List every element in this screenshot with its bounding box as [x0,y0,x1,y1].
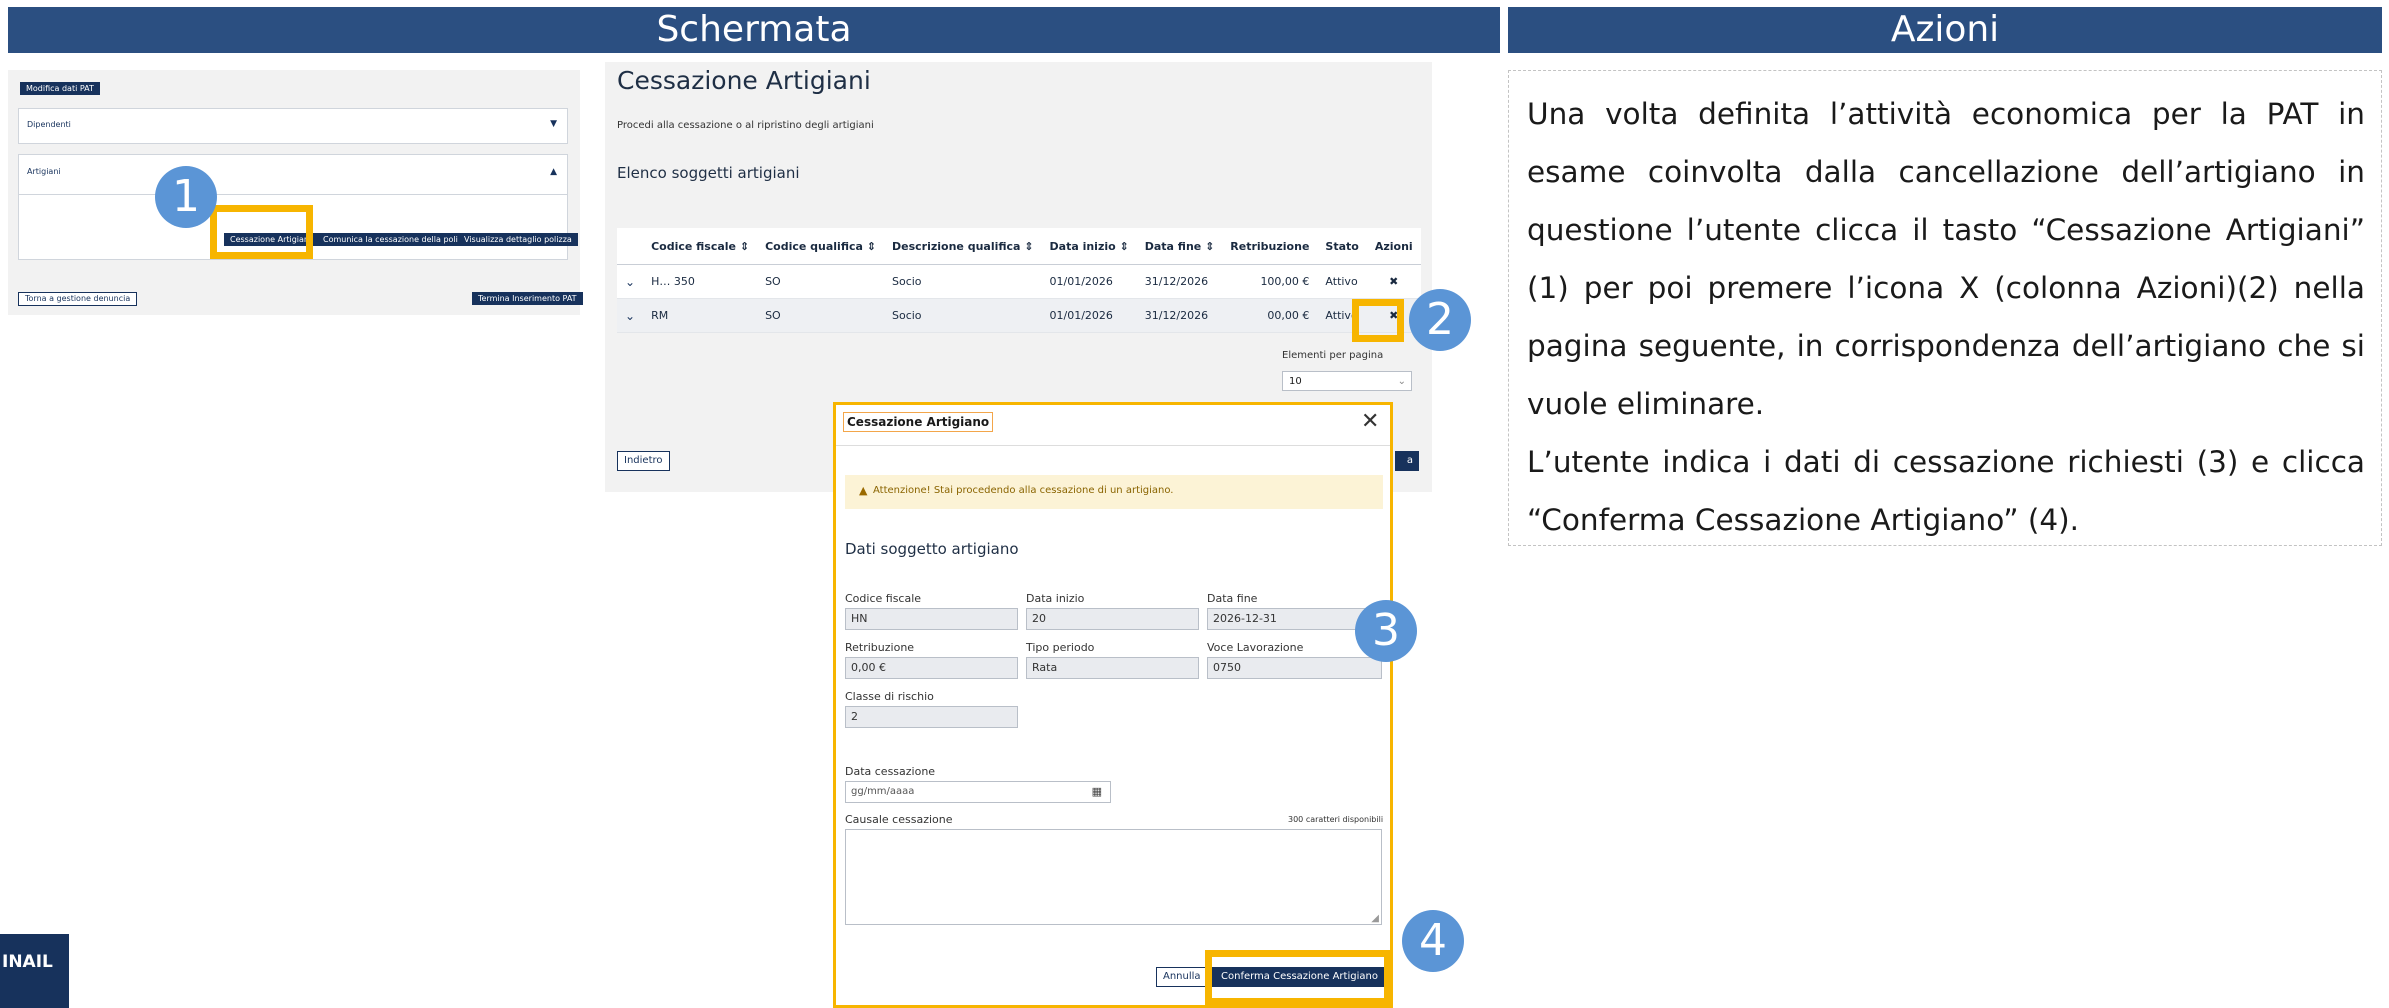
data-cessazione-input[interactable]: gg/mm/aaaa ▦ [845,781,1111,803]
step-badge-1: 1 [155,166,217,228]
column-descrizione-qualifica[interactable]: Descrizione qualifica ⇕ [883,228,1042,265]
modifica-dati-pat-button[interactable]: Modifica dati PAT [20,82,100,95]
retribuzione-label: Retribuzione [845,641,915,654]
cell-dq: Socio [883,264,1042,299]
modal-section-title: Dati soggetto artigiano [845,540,1019,558]
causale-cessazione-label: Causale cessazione [845,813,953,826]
close-icon[interactable]: ✕ [1361,409,1379,434]
description-paragraph-2: L’utente indica i dati di cessazione ric… [1527,445,2365,537]
classe-rischio-label: Classe di rischio [845,690,934,703]
cell-dq: Socio [883,298,1042,333]
per-page-label: Elementi per pagina [1282,350,1384,361]
accordion-artigiani-label: Artigiani [27,167,61,176]
highlight-1 [210,205,313,259]
warning-icon: ▲ [859,484,868,497]
warning-alert: ▲ Attenzione! Stai procedendo alla cessa… [845,475,1383,509]
chevron-down-icon: ⌄ [1397,376,1406,387]
char-counter: 300 caratteri disponibili [1288,815,1384,824]
indietro-button[interactable]: Indietro [617,451,670,471]
expand-chevron-icon[interactable]: ⌄ [617,298,644,333]
classe-rischio-field: 2 [845,706,1018,728]
cell-cf: RM [643,298,758,333]
avanti-button-partial[interactable]: a [1395,451,1419,471]
column-codice-qualifica[interactable]: Codice qualifica ⇕ [757,228,884,265]
per-page-value: 10 [1289,376,1302,387]
page-title: Cessazione Artigiani [617,66,871,95]
retribuzione-field: 0,00 € [845,657,1018,679]
chevron-down-icon: ▼ [550,119,557,129]
data-inizio-label: Data inizio [1026,592,1085,605]
table-header-row: Codice fiscale ⇕ Codice qualifica ⇕ Desc… [617,228,1421,265]
voce-lavorazione-label: Voce Lavorazione [1207,641,1304,654]
header-azioni: Azioni [1508,7,2382,53]
cell-cq: SO [757,264,884,299]
tipo-periodo-field: Rata [1026,657,1199,679]
inail-logo: INAIL [0,934,69,1008]
warning-text: Attenzione! Stai procedendo alla cessazi… [873,485,1174,496]
accordion-dipendenti[interactable]: Dipendenti ▼ [18,108,568,144]
column-data-fine[interactable]: Data fine ⇕ [1136,228,1223,265]
description-text: Una volta definita l’attività economica … [1527,85,2365,549]
page-subtitle: Procedi alla cessazione o al ripristino … [617,120,874,131]
torna-gestione-denuncia-button[interactable]: Torna a gestione denuncia [18,292,138,306]
tipo-periodo-label: Tipo periodo [1026,641,1095,654]
cell-di: 01/01/2026 [1041,264,1137,299]
cell-di: 01/01/2026 [1041,298,1137,333]
calendar-icon[interactable]: ▦ [1092,785,1102,798]
cf-field: HN [845,608,1018,630]
azioni-description-box: Una volta definita l’attività economica … [1508,70,2382,546]
step-badge-3: 3 [1355,600,1417,662]
delete-x-icon[interactable]: ✖ [1366,264,1421,299]
modal-title: Cessazione Artigiano [843,412,994,432]
table-row: ⌄ RM SO Socio 01/01/2026 31/12/2026 00,0… [617,298,1421,333]
data-cessazione-label: Data cessazione [845,765,936,778]
accordion-artigiani-header[interactable]: Artigiani ▲ [19,155,567,195]
column-data-inizio[interactable]: Data inizio ⇕ [1041,228,1137,265]
causale-cessazione-textarea[interactable]: ◢ [845,829,1382,925]
divider [836,445,1390,446]
column-codice-fiscale[interactable]: Codice fiscale ⇕ [643,228,758,265]
cell-cq: SO [757,298,884,333]
expand-chevron-icon[interactable]: ⌄ [617,264,644,299]
voce-lavorazione-field: 0750 [1207,657,1382,679]
highlight-2 [1352,299,1404,342]
termina-inserimento-pat-button[interactable]: Termina Inserimento PAT [472,292,583,305]
data-inizio-field: 20 [1026,608,1199,630]
cell-df: 31/12/2026 [1136,264,1223,299]
step-badge-2: 2 [1409,289,1471,351]
accordion-dipendenti-label: Dipendenti [27,120,71,129]
section-title: Elenco soggetti artigiani [617,164,800,182]
description-paragraph-1: Una volta definita l’attività economica … [1527,97,2365,421]
cell-ret: 00,00 € [1222,298,1318,333]
comunica-cessazione-polizza-button[interactable]: Comunica la cessazione della polizza [317,233,478,246]
column-stato: Stato [1317,228,1367,265]
visualizza-dettaglio-polizza-button[interactable]: Visualizza dettaglio polizza [458,233,578,246]
artigiani-table: Codice fiscale ⇕ Codice qualifica ⇕ Desc… [617,228,1421,333]
cessazione-artigiano-modal: Cessazione Artigiano ✕ ▲ Attenzione! Sta… [833,402,1393,1008]
data-fine-label: Data fine [1207,592,1258,605]
cell-cf: H… 350 [643,264,758,299]
column-expand [617,228,644,265]
header-schermata: Schermata [8,7,1500,53]
resize-handle-icon[interactable]: ◢ [1371,913,1379,924]
cell-df: 31/12/2026 [1136,298,1223,333]
cf-label: Codice fiscale [845,592,922,605]
highlight-4 [1205,950,1391,1005]
annulla-button[interactable]: Annulla [1156,967,1208,987]
column-retribuzione: Retribuzione [1222,228,1318,265]
data-cessazione-placeholder: gg/mm/aaaa [851,786,915,797]
per-page-select[interactable]: 10 ⌄ [1282,371,1412,391]
step-badge-4: 4 [1402,910,1464,972]
column-azioni: Azioni [1366,228,1421,265]
cell-stato: Attivo [1317,264,1367,299]
table-row: ⌄ H… 350 SO Socio 01/01/2026 31/12/2026 … [617,264,1421,299]
chevron-up-icon: ▲ [550,167,557,177]
cell-ret: 100,00 € [1222,264,1318,299]
screen1-panel: Modifica dati PAT Dipendenti ▼ Artigiani… [8,70,583,315]
